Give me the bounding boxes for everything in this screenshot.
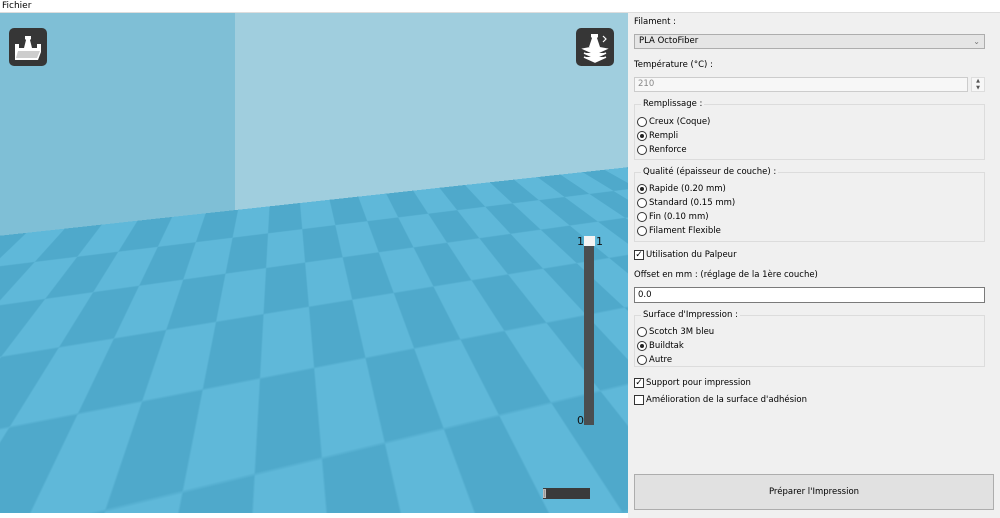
infill-option-label: Creux (Coque) (649, 117, 711, 127)
chevron-down-icon: ⌄ (973, 37, 980, 46)
checkbox-empty-icon[interactable] (634, 395, 644, 405)
surface-option[interactable]: Scotch 3M bleu (637, 326, 714, 338)
layer-slider-track[interactable] (584, 240, 594, 425)
spin-up-icon[interactable]: ▲ (972, 78, 984, 85)
spin-down-icon[interactable]: ▼ (972, 85, 984, 92)
menu-file[interactable]: Fichier (2, 0, 31, 12)
support-checkbox[interactable]: ✓ Support pour impression (634, 377, 751, 389)
build-plate-wrap (0, 13, 628, 513)
infill-option-label: Rempli (649, 131, 679, 141)
infill-group: Remplissage : Creux (Coque) Rempli Renforc… (634, 99, 985, 160)
radio-icon[interactable] (637, 117, 647, 127)
prepare-print-button[interactable]: Préparer l'Impression (634, 474, 994, 510)
check-icon[interactable]: ✓ (634, 250, 644, 260)
quality-title: Qualité (épaisseur de couche) : (641, 167, 779, 177)
radio-icon[interactable] (637, 327, 647, 337)
radio-icon[interactable] (637, 212, 647, 222)
infill-option-label: Renforce (649, 145, 687, 155)
infill-option[interactable]: Creux (Coque) (637, 116, 710, 128)
progress-bar (543, 488, 590, 499)
quality-option[interactable]: Standard (0.15 mm) (637, 197, 735, 209)
quality-option[interactable]: Filament Flexible (637, 225, 721, 237)
build-plate (0, 13, 628, 513)
progress-fill (543, 489, 546, 498)
adhesion-checkbox[interactable]: Amélioration de la surface d'adhésion (634, 394, 807, 406)
temperature-spinner[interactable]: ▲ ▼ (971, 77, 985, 92)
surface-option-label: Buildtak (649, 341, 684, 351)
radio-icon[interactable] (637, 145, 647, 155)
radio-icon[interactable] (637, 184, 647, 194)
surface-option-label: Autre (649, 355, 673, 365)
surface-option[interactable]: Autre (637, 354, 672, 366)
radio-icon[interactable] (637, 341, 647, 351)
radio-icon[interactable] (637, 198, 647, 208)
radio-icon[interactable] (637, 226, 647, 236)
probe-label: Utilisation du Palpeur (646, 250, 737, 260)
layer-slider-bottom-label: 0 (577, 414, 584, 427)
quality-option-label: Standard (0.15 mm) (649, 198, 736, 208)
radio-icon[interactable] (637, 355, 647, 365)
surface-title: Surface d'Impression : (641, 310, 740, 320)
layer-slider-top-left-label: 1 (577, 235, 584, 248)
layer-slider-top-right-label: 1 (596, 235, 603, 248)
offset-input[interactable]: 0.0 (634, 287, 985, 303)
offset-label: Offset en mm : (réglage de la 1ère couch… (634, 270, 818, 280)
probe-checkbox[interactable]: ✓ Utilisation du Palpeur (634, 249, 737, 261)
surface-option-label: Scotch 3M bleu (649, 327, 715, 337)
check-icon[interactable]: ✓ (634, 378, 644, 388)
surface-group: Surface d'Impression : Scotch 3M bleu Bui… (634, 310, 985, 367)
infill-option[interactable]: Rempli (637, 130, 678, 142)
surface-option[interactable]: Buildtak (637, 340, 684, 352)
quality-option[interactable]: Fin (0.10 mm) (637, 211, 709, 223)
quality-option-label: Fin (0.10 mm) (649, 212, 709, 222)
adhesion-label: Amélioration de la surface d'adhésion (646, 395, 807, 405)
layers-view-icon[interactable] (576, 28, 614, 66)
quality-group: Qualité (épaisseur de couche) : Rapide (… (634, 167, 985, 242)
open-folder-icon[interactable] (9, 28, 47, 66)
infill-title: Remplissage : (641, 99, 705, 109)
temperature-label: Température (°C) : (634, 60, 713, 70)
menu-bar: Fichier (0, 0, 1000, 13)
radio-icon[interactable] (637, 131, 647, 141)
temperature-input[interactable]: 210 (634, 77, 968, 92)
filament-select[interactable]: PLA OctoFiber ⌄ (634, 34, 985, 49)
quality-option[interactable]: Rapide (0.20 mm) (637, 183, 726, 195)
quality-option-label: Rapide (0.20 mm) (649, 184, 726, 194)
infill-option[interactable]: Renforce (637, 144, 687, 156)
filament-label: Filament : (634, 17, 676, 27)
layer-slider-handle[interactable] (584, 236, 595, 246)
support-label: Support pour impression (646, 378, 751, 388)
quality-option-label: Filament Flexible (649, 226, 721, 236)
settings-panel: Filament : PLA OctoFiber ⌄ Température (°… (628, 13, 1000, 518)
3d-viewport[interactable]: 1 1 0 (0, 13, 628, 513)
filament-value: PLA OctoFiber (639, 36, 699, 46)
